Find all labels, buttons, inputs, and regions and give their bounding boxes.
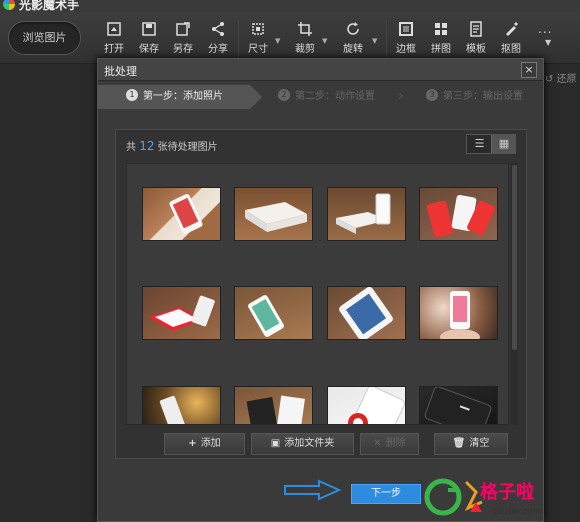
- grid-view-icon[interactable]: ▦: [491, 135, 516, 153]
- thumbnail-grid: [126, 163, 509, 425]
- photo-thumbnail[interactable]: [327, 286, 406, 340]
- template-icon: [468, 21, 484, 37]
- step-3: 3 第三步：输出设置: [408, 85, 545, 109]
- toolbar-resize-button[interactable]: 尺寸: [243, 21, 273, 55]
- photo-thumbnail[interactable]: [419, 386, 498, 424]
- open-icon: [106, 21, 122, 37]
- watermark-url: gezila.com: [493, 507, 542, 517]
- photo-list-panel: 共 12 张待处理图片 ☰ ▦ + 添加 ▣ 添加文件夹 ✕ 删除 🗑 清空: [115, 129, 527, 459]
- dialog-title-bar: 批处理 ×: [98, 59, 543, 81]
- toolbar-template-button[interactable]: 模板: [461, 21, 491, 55]
- main-toolbar: 浏览图片 打开 保存 另存 分享 尺寸 ▼ 裁剪 ▼ 旋转 ▼ 边框 拼图 模板: [0, 12, 580, 64]
- toolbar-save-button[interactable]: 保存: [134, 21, 164, 55]
- step-chevron-icon: ›: [248, 88, 254, 104]
- photo-thumbnail[interactable]: [327, 386, 406, 424]
- photo-thumbnail[interactable]: [419, 286, 498, 340]
- toolbar-share-button[interactable]: 分享: [203, 21, 233, 55]
- rotate-icon: [345, 21, 361, 37]
- photo-thumbnail[interactable]: [419, 187, 498, 241]
- collage-icon: [433, 21, 449, 37]
- more-dropdown-icon[interactable]: ▼: [545, 38, 551, 47]
- step-1: 1 第一步：添加照片: [98, 85, 262, 109]
- crop-icon: [297, 21, 313, 37]
- toolbar-separator: [238, 20, 239, 58]
- share-icon: [210, 21, 226, 37]
- photo-thumbnail[interactable]: [142, 286, 221, 340]
- title-bar: 光影魔术手: [0, 0, 580, 12]
- delete-button[interactable]: ✕ 删除: [360, 433, 419, 455]
- clear-button[interactable]: 🗑 清空: [434, 433, 508, 455]
- image-count: 共 12 张待处理图片: [126, 139, 218, 153]
- step-2: 2 第二步：动作设置: [254, 85, 394, 109]
- scrollbar-thumb[interactable]: [512, 165, 517, 350]
- photo-thumbnail[interactable]: [234, 286, 313, 340]
- toolbar-open-button[interactable]: 打开: [99, 21, 129, 55]
- step-chevron-icon: ›: [398, 88, 404, 104]
- toolbar-rotate-button[interactable]: 旋转: [338, 21, 368, 55]
- rotate-dropdown-icon[interactable]: ▼: [372, 37, 377, 45]
- trash-icon: 🗑: [452, 438, 466, 449]
- photo-thumbnail[interactable]: [142, 187, 221, 241]
- delete-icon: ✕: [373, 438, 382, 449]
- restore-button[interactable]: ↺ 还原: [545, 70, 577, 85]
- toolbar-save-as-button[interactable]: 另存: [168, 21, 198, 55]
- photo-thumbnail[interactable]: [234, 187, 313, 241]
- crop-dropdown-icon[interactable]: ▼: [322, 37, 327, 45]
- add-folder-button[interactable]: ▣ 添加文件夹: [251, 433, 354, 455]
- photo-thumbnail[interactable]: [327, 187, 406, 241]
- border-icon: [398, 21, 414, 37]
- toolbar-cutout-button[interactable]: 抠图: [496, 21, 526, 55]
- browse-images-button[interactable]: 浏览图片: [8, 21, 81, 55]
- dialog-title: 批处理: [104, 65, 137, 78]
- vertical-scrollbar[interactable]: [511, 163, 518, 425]
- resize-icon: [250, 21, 266, 37]
- save-icon: [141, 21, 157, 37]
- photo-thumbnail[interactable]: [142, 386, 221, 424]
- batch-process-dialog: 批处理 × 1 第一步：添加照片 › 2 第二步：动作设置 › 3 第三步：输出设置 …: [97, 58, 544, 522]
- toolbar-border-button[interactable]: 边框: [391, 21, 421, 55]
- list-view-icon[interactable]: ☰: [467, 135, 492, 153]
- next-step-button[interactable]: 下一步: [351, 484, 421, 504]
- add-button[interactable]: + 添加: [164, 433, 245, 455]
- resize-dropdown-icon[interactable]: ▼: [275, 37, 280, 45]
- toolbar-collage-button[interactable]: 拼图: [426, 21, 456, 55]
- view-toggle: ☰ ▦: [466, 134, 516, 154]
- panel-button-row: + 添加 ▣ 添加文件夹 ✕ 删除 🗑 清空: [126, 433, 526, 455]
- app-logo-icon: [3, 0, 15, 10]
- app-title: 光影魔术手: [19, 0, 80, 12]
- toolbar-separator: [386, 20, 387, 58]
- watermark-text: 格子啦: [480, 482, 534, 503]
- annotation-arrow-icon: [284, 479, 342, 501]
- plus-icon: +: [188, 438, 197, 449]
- cutout-icon: [503, 21, 519, 37]
- photo-thumbnail[interactable]: [234, 386, 313, 424]
- more-options-icon[interactable]: ...: [538, 22, 552, 36]
- folder-add-icon: ▣: [270, 438, 281, 449]
- step-indicator: 1 第一步：添加照片 › 2 第二步：动作设置 › 3 第三步：输出设置: [98, 85, 543, 109]
- toolbar-crop-button[interactable]: 裁剪: [290, 21, 320, 55]
- close-icon[interactable]: ×: [521, 62, 537, 78]
- save-as-icon: [175, 21, 191, 37]
